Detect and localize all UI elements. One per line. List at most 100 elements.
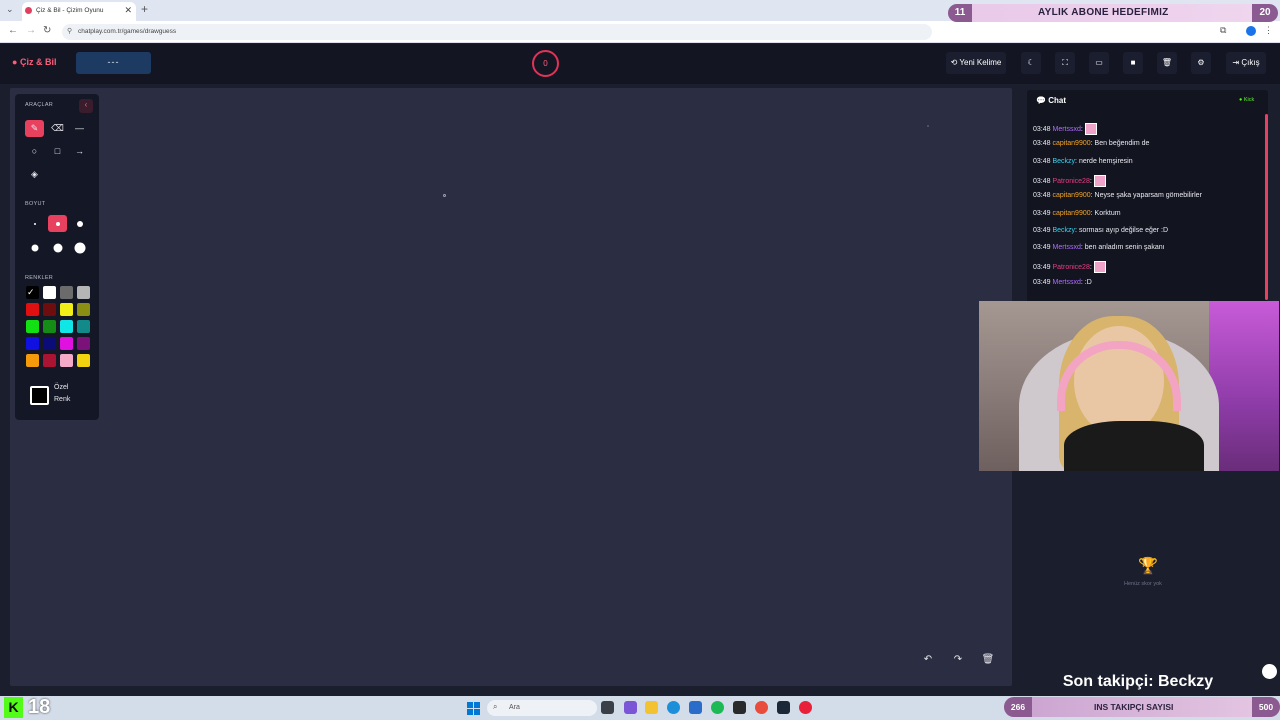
new-word-label: Yeni Kelime	[959, 58, 1002, 67]
color-swatch[interactable]	[26, 354, 39, 367]
color-swatch[interactable]	[77, 286, 90, 299]
color-swatch[interactable]	[60, 354, 73, 367]
fullscreen-button[interactable]: ⛶	[1055, 52, 1075, 74]
tab-search-icon[interactable]: ⌄	[6, 4, 14, 15]
chrome-icon[interactable]	[755, 701, 768, 714]
extensions-icon[interactable]: ⧉	[1220, 25, 1226, 36]
browser-menu-icon[interactable]: ⋮	[1264, 25, 1273, 36]
size-4-button[interactable]	[25, 239, 44, 256]
site-info-icon[interactable]: ⚲	[67, 27, 72, 35]
chat-time: 03:48	[1033, 140, 1051, 148]
clear-button[interactable]: 🗑	[1157, 52, 1177, 74]
chat-username[interactable]: Beckzy	[1052, 158, 1075, 165]
chat-username[interactable]: Mertssxd	[1052, 244, 1080, 251]
size-5-button[interactable]	[48, 239, 67, 256]
exit-button[interactable]: ⇥ Çıkış	[1226, 52, 1266, 74]
chat-username[interactable]: Patronice28	[1052, 264, 1089, 271]
app-red-icon[interactable]	[799, 701, 812, 714]
redo-button[interactable]: ↷	[948, 654, 968, 672]
file-explorer-icon[interactable]	[645, 701, 658, 714]
chat-message: 03:49 Patronice28:	[1033, 261, 1106, 274]
app-logo[interactable]: ● Çiz & Bil	[12, 57, 56, 67]
reload-icon[interactable]: ↻	[43, 25, 51, 36]
settings-button[interactable]: ⚙	[1191, 52, 1211, 74]
color-swatch[interactable]	[43, 320, 56, 333]
custom-color-label[interactable]: Özel Renk	[54, 382, 70, 406]
clear-canvas-button[interactable]: 🗑	[978, 654, 998, 672]
color-swatch[interactable]	[77, 303, 90, 316]
edge-icon[interactable]	[667, 701, 680, 714]
profile-avatar[interactable]	[1246, 26, 1256, 36]
scoreboard-empty-text: Henüz skor yok	[1124, 581, 1162, 587]
refresh-icon: ⟲	[950, 58, 958, 67]
spotify-icon[interactable]	[711, 701, 724, 714]
drawing-canvas[interactable]	[10, 88, 1012, 686]
panel-button[interactable]: ■	[1123, 52, 1143, 74]
line-tool-button[interactable]: —	[70, 120, 89, 137]
chat-username[interactable]: capitan9900	[1052, 140, 1090, 147]
browser-tab[interactable]: Çiz & Bil - Çizim Oyunu ✕	[22, 2, 136, 21]
rectangle-tool-button[interactable]: □	[48, 143, 67, 160]
color-swatch[interactable]	[26, 320, 39, 333]
canvas-dot	[927, 125, 929, 127]
color-swatch[interactable]	[43, 354, 56, 367]
exit-icon: ⇥	[1232, 58, 1240, 67]
pencil-tool-button[interactable]: ✎	[25, 120, 44, 137]
size-1-button[interactable]	[25, 215, 44, 232]
chat-scrollbar[interactable]	[1265, 114, 1268, 300]
color-swatch[interactable]	[43, 303, 56, 316]
color-swatch[interactable]	[43, 286, 56, 299]
windows-start-icon[interactable]	[467, 702, 480, 715]
address-bar[interactable]: ⚲ chatplay.com.tr/games/drawguess	[62, 24, 932, 40]
webcam-streamer-body	[1064, 421, 1204, 471]
search-icon: ⌕	[493, 702, 498, 711]
chat-username[interactable]: Beckzy	[1052, 227, 1075, 234]
collapse-panel-button[interactable]: ‹	[79, 99, 93, 113]
circle-tool-button[interactable]: ○	[25, 143, 44, 160]
size-6-button[interactable]	[70, 239, 89, 256]
chat-text: Ben beğendim de	[1094, 140, 1150, 148]
palette-icon: ●	[12, 57, 18, 67]
undo-button[interactable]: ↶	[918, 654, 938, 672]
steam-icon[interactable]	[777, 701, 790, 714]
size-3-button[interactable]	[70, 215, 89, 232]
chat-text: sorması ayıp değilse eğer :D	[1078, 226, 1169, 234]
dark-mode-button[interactable]: ☾	[1021, 52, 1041, 74]
chat-username[interactable]: capitan9900	[1052, 210, 1090, 217]
color-swatch[interactable]	[60, 337, 73, 350]
obs-icon[interactable]	[733, 701, 746, 714]
forward-icon[interactable]: →	[26, 25, 36, 36]
color-swatch[interactable]	[77, 320, 90, 333]
color-swatch[interactable]	[77, 337, 90, 350]
color-swatch[interactable]	[60, 320, 73, 333]
custom-color-line1: Özel	[54, 384, 69, 391]
chat-message: 03:48 capitan9900: Ben beğendim de	[1033, 140, 1150, 148]
color-swatch[interactable]	[26, 337, 39, 350]
task-view-icon[interactable]	[601, 701, 614, 714]
fill-tool-button[interactable]: ◈	[25, 166, 44, 183]
chat-username[interactable]: capitan9900	[1052, 192, 1090, 199]
arrow-tool-button[interactable]: →	[70, 143, 89, 160]
taskbar-search[interactable]: ⌕ Ara	[487, 700, 597, 716]
tab-close-icon[interactable]: ✕	[124, 5, 132, 16]
chat-username[interactable]: Mertssxd	[1052, 126, 1080, 133]
size-2-button[interactable]	[48, 215, 67, 232]
eraser-tool-button[interactable]: ⌫	[48, 120, 67, 137]
color-swatch[interactable]	[43, 337, 56, 350]
color-swatch[interactable]	[60, 303, 73, 316]
keyboard-button[interactable]: ▭	[1089, 52, 1109, 74]
custom-color-swatch[interactable]	[30, 386, 49, 405]
chat-time: 03:48	[1033, 177, 1051, 185]
new-tab-button[interactable]: +	[141, 2, 148, 16]
chat-username[interactable]: Patronice28	[1052, 178, 1089, 185]
color-swatch[interactable]	[26, 303, 39, 316]
color-swatch[interactable]	[60, 286, 73, 299]
tab-title: Çiz & Bil - Çizim Oyunu	[36, 7, 104, 14]
emote-picker-icon[interactable]	[1262, 664, 1277, 679]
app-icon[interactable]	[624, 701, 637, 714]
store-icon[interactable]	[689, 701, 702, 714]
chat-username[interactable]: Mertssxd	[1052, 279, 1080, 286]
back-icon[interactable]: ←	[8, 25, 18, 36]
new-word-button[interactable]: ⟲ Yeni Kelime	[946, 52, 1006, 74]
color-swatch[interactable]	[77, 354, 90, 367]
